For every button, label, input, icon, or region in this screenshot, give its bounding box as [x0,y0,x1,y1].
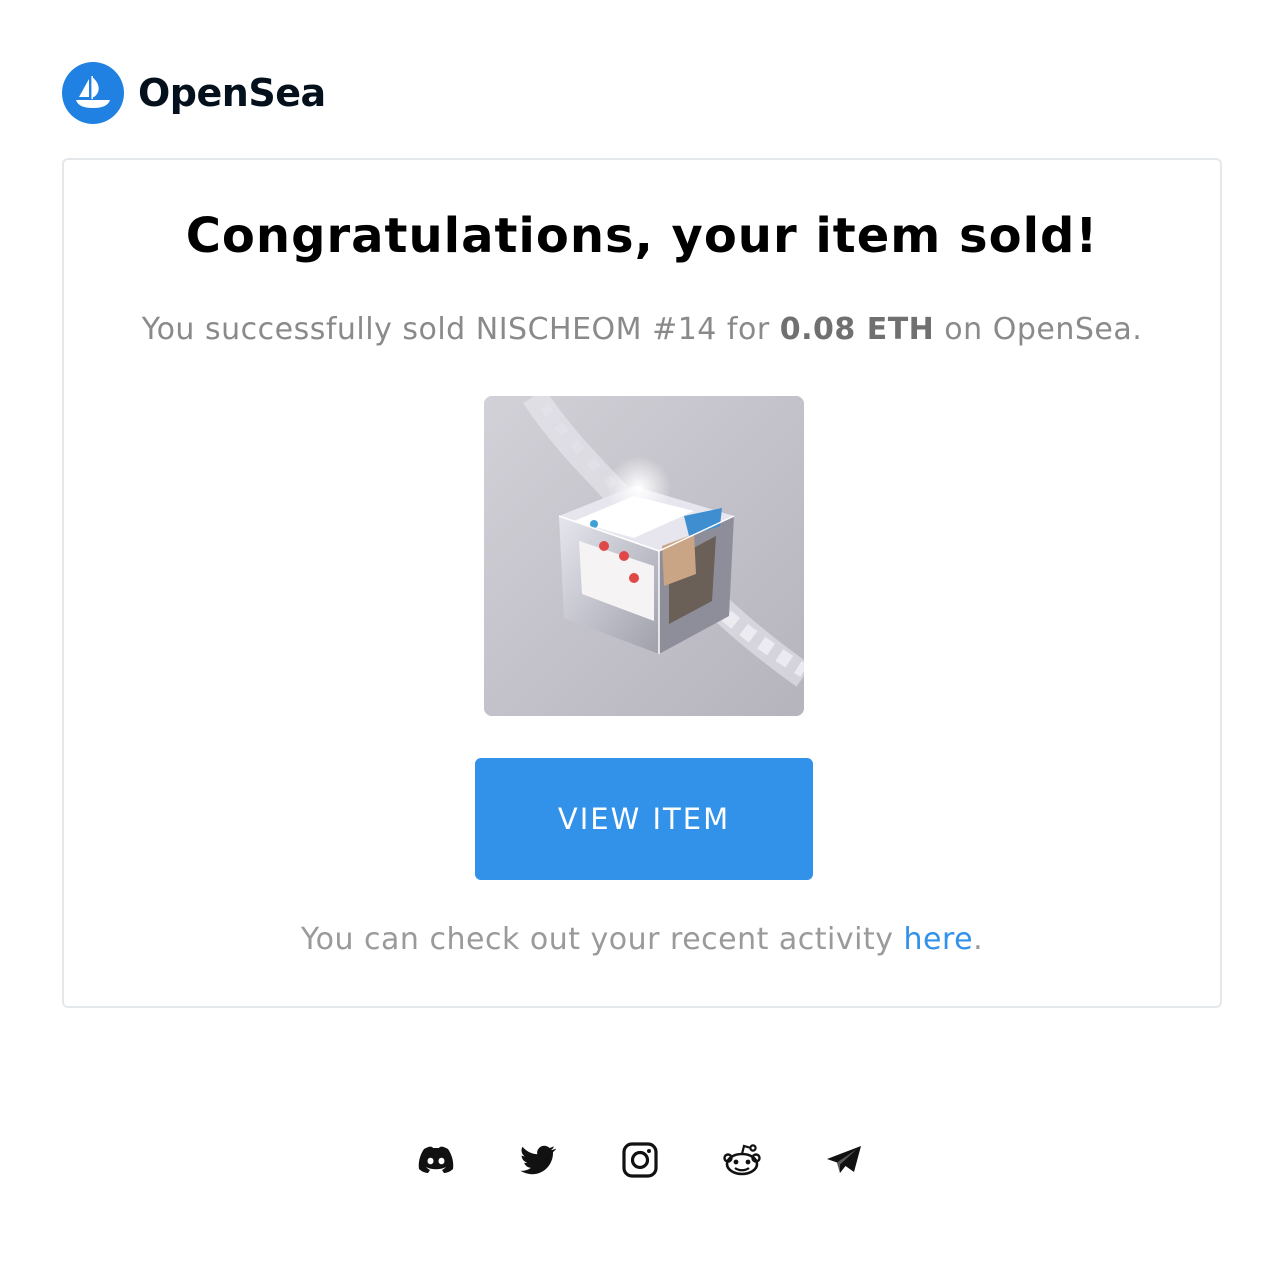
instagram-icon[interactable] [620,1140,660,1180]
activity-message-prefix: You can check out your recent activity [300,922,904,957]
reddit-icon[interactable] [722,1140,762,1180]
brand-header[interactable]: OpenSea [62,62,326,124]
email-page: OpenSea Congratulations, your item sold!… [0,0,1280,1280]
sold-message: You successfully sold NISCHEOM #14 for 0… [64,312,1220,347]
item-image[interactable] [484,396,804,716]
sold-message-prefix: You successfully sold NISCHEOM #14 for [141,312,780,347]
notification-card: Congratulations, your item sold! You suc… [62,158,1222,1008]
opensea-logo-icon [62,62,124,124]
activity-message: You can check out your recent activity h… [64,922,1220,957]
activity-message-suffix: . [973,922,984,957]
brand-name: OpenSea [138,71,326,115]
sale-price: 0.08 ETH [779,312,935,347]
social-links [0,1140,1280,1180]
activity-here-link[interactable]: here [904,922,974,957]
headline: Congratulations, your item sold! [185,208,1099,264]
telegram-icon[interactable] [824,1140,864,1180]
view-item-button[interactable]: VIEW ITEM [475,758,813,880]
discord-icon[interactable] [416,1140,456,1180]
sold-message-suffix: on OpenSea. [934,312,1143,347]
twitter-icon[interactable] [518,1140,558,1180]
